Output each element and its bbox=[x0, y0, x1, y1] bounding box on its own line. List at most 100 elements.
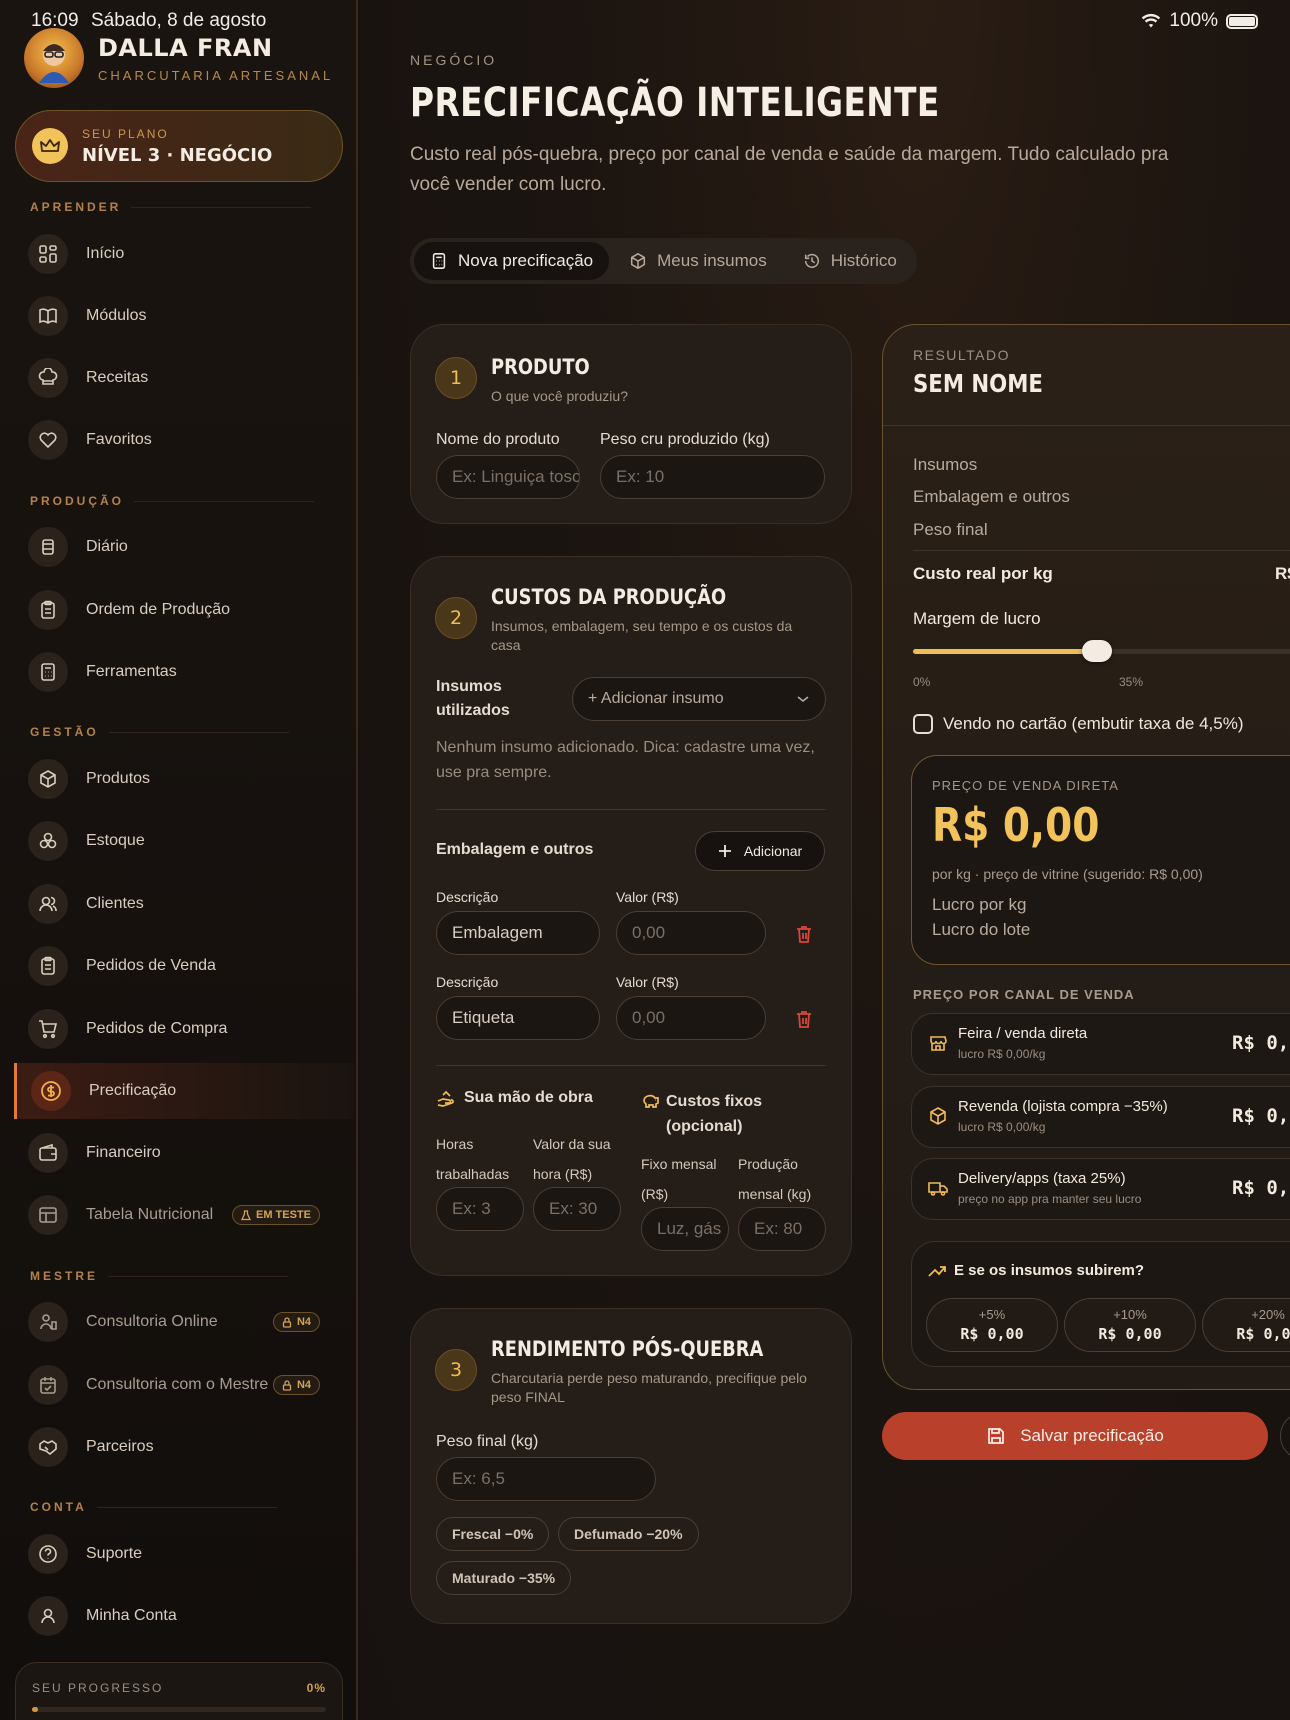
channel-price: R$ 0,00 bbox=[1232, 1177, 1290, 1199]
final-weight-input[interactable]: Ex: 6,5 bbox=[436, 1457, 656, 1501]
sidebar-item-estoque[interactable]: Estoque bbox=[28, 819, 338, 863]
sidebar-item-diario[interactable]: Diário bbox=[28, 525, 338, 569]
insumos-label: Insumos utilizados bbox=[436, 678, 510, 719]
add-packaging-button[interactable]: Adicionar bbox=[695, 831, 825, 871]
sidebar-item-label: Produtos bbox=[86, 770, 151, 787]
margin-slider[interactable] bbox=[913, 640, 1290, 662]
user-icon bbox=[28, 1596, 68, 1636]
packaging-desc-input[interactable]: Embalagem bbox=[436, 911, 600, 955]
chevron-down-icon bbox=[797, 696, 809, 703]
card-title: PRODUTO bbox=[491, 355, 590, 379]
tab-meus-insumos[interactable]: Meus insumos bbox=[613, 242, 783, 280]
raw-weight-input[interactable]: Ex: 10 bbox=[600, 455, 825, 499]
scenario-20: +20% R$ 0,00 bbox=[1202, 1298, 1290, 1352]
cart-icon bbox=[28, 1009, 68, 1049]
direct-price-value: R$ 0,00 bbox=[932, 798, 1100, 852]
trash-icon[interactable] bbox=[793, 1008, 815, 1030]
tab-nova-precificacao[interactable]: Nova precificação bbox=[414, 242, 610, 280]
sidebar-item-produtos[interactable]: Produtos bbox=[28, 757, 338, 801]
scenario-pct: +20% bbox=[1251, 1307, 1285, 1322]
sidebar-item-receitas[interactable]: Receitas bbox=[28, 356, 338, 400]
sidebar-item-ordem[interactable]: Ordem de Produção bbox=[28, 588, 338, 632]
sidebar-item-clientes[interactable]: Clientes bbox=[28, 882, 338, 926]
chip-frescal[interactable]: Frescal −0% bbox=[436, 1517, 550, 1551]
final-weight-label: Peso final (kg) bbox=[436, 1433, 539, 1450]
sidebar-item-ferramentas[interactable]: Ferramentas bbox=[28, 650, 338, 694]
monthly-production-label: Produção mensal (kg) bbox=[738, 1156, 812, 1202]
status-date: Sábado, 8 de agosto bbox=[91, 10, 267, 31]
sidebar-item-label: Clientes bbox=[86, 895, 144, 912]
section-producao: PRODUÇÃO bbox=[30, 494, 315, 508]
divider bbox=[913, 550, 1290, 551]
plan-name: NÍVEL 3 · NEGÓCIO bbox=[82, 144, 273, 166]
save-button[interactable]: Salvar precificação bbox=[882, 1412, 1268, 1460]
step-number: 2 bbox=[435, 597, 477, 639]
scenario-pct: +10% bbox=[1113, 1307, 1147, 1322]
cost-per-kg-value: R$ bbox=[1275, 564, 1290, 583]
packaging-title: Embalagem e outros bbox=[436, 841, 594, 858]
sidebar-item-label: Início bbox=[86, 245, 125, 262]
sidebar-item-label: Consultoria Online bbox=[86, 1313, 218, 1330]
sidebar-item-label: Favoritos bbox=[86, 431, 152, 448]
secondary-action-button[interactable] bbox=[1280, 1412, 1290, 1460]
tab-historico[interactable]: Histórico bbox=[787, 242, 913, 280]
handshake-icon bbox=[28, 1427, 68, 1467]
status-bar: 16:09 Sábado, 8 de agosto 100% bbox=[0, 0, 1290, 40]
chip-defumado[interactable]: Defumado −20% bbox=[558, 1517, 699, 1551]
packaging-value-input[interactable]: 0,00 bbox=[616, 911, 766, 955]
calculator-icon bbox=[432, 253, 446, 269]
margin-tick-min: 0% bbox=[913, 675, 931, 689]
calendar-check-icon bbox=[28, 1365, 68, 1405]
sidebar-item-pedidos-venda[interactable]: Pedidos de Venda bbox=[28, 944, 338, 988]
save-icon bbox=[988, 1428, 1005, 1444]
sidebar-item-suporte[interactable]: Suporte bbox=[28, 1532, 338, 1576]
sidebar-item-label: Ordem de Produção bbox=[86, 601, 231, 618]
hours-input[interactable]: Ex: 3 bbox=[436, 1187, 524, 1231]
card-fee-checkbox[interactable] bbox=[913, 714, 933, 734]
hour-value-input[interactable]: Ex: 30 bbox=[533, 1187, 621, 1231]
scenario-5: +5% R$ 0,00 bbox=[926, 1298, 1058, 1352]
label-value-input[interactable]: 0,00 bbox=[616, 996, 766, 1040]
main-content: NEGÓCIO PRECIFICAÇÃO INTELIGENTE Custo r… bbox=[360, 0, 1290, 1720]
result-panel: RESULTADO SEM NOME Insumos Embalagem e o… bbox=[882, 324, 1290, 1390]
sidebar-item-label: Pedidos de Venda bbox=[86, 957, 216, 974]
what-if-card: E se os insumos subirem? +5% R$ 0,00 +10… bbox=[911, 1241, 1290, 1367]
label-desc-input[interactable]: Etiqueta bbox=[436, 996, 600, 1040]
product-name-input[interactable]: Ex: Linguiça toscana bbox=[436, 455, 580, 499]
monthly-production-input[interactable]: Ex: 80 bbox=[738, 1207, 826, 1251]
lock-icon bbox=[282, 1379, 292, 1391]
boxes-icon bbox=[28, 821, 68, 861]
sidebar-item-favoritos[interactable]: Favoritos bbox=[28, 418, 338, 462]
fixed-monthly-input[interactable]: Luz, gás bbox=[641, 1207, 729, 1251]
sidebar-item-modulos[interactable]: Módulos bbox=[28, 294, 338, 338]
sidebar-item-label: Minha Conta bbox=[86, 1607, 177, 1624]
truck-icon bbox=[928, 1182, 948, 1196]
margin-slider-handle[interactable] bbox=[1081, 640, 1112, 662]
jar-icon bbox=[28, 527, 68, 567]
desc-label: Descrição bbox=[436, 889, 499, 905]
step-number: 3 bbox=[435, 1349, 477, 1391]
add-insumo-select[interactable]: + Adicionar insumo bbox=[572, 677, 826, 721]
chip-maturado[interactable]: Maturado −35% bbox=[436, 1561, 572, 1595]
channel-revenda: Revenda (lojista compra −35%) lucro R$ 0… bbox=[911, 1086, 1290, 1148]
plus-icon bbox=[718, 845, 731, 857]
sidebar-item-label: Precificação bbox=[89, 1082, 177, 1099]
sidebar-item-minha-conta[interactable]: Minha Conta bbox=[28, 1594, 338, 1638]
trash-icon[interactable] bbox=[793, 923, 815, 945]
sidebar-item-inicio[interactable]: Início bbox=[28, 232, 338, 276]
sidebar-item-pedidos-compra[interactable]: Pedidos de Compra bbox=[28, 1007, 338, 1051]
card-subtitle: O que você produziu? bbox=[491, 388, 628, 404]
users-icon bbox=[28, 884, 68, 924]
sidebar-item-parceiros[interactable]: Parceiros bbox=[28, 1425, 338, 1469]
step-number: 1 bbox=[435, 357, 477, 399]
plan-card[interactable]: SEU PLANO NÍVEL 3 · NEGÓCIO bbox=[15, 110, 343, 182]
sidebar-item-financeiro[interactable]: Financeiro bbox=[28, 1131, 338, 1175]
sidebar-item-label: Pedidos de Compra bbox=[86, 1020, 228, 1037]
channel-price: R$ 0,00 bbox=[1232, 1105, 1290, 1127]
sidebar-item-precificacao[interactable]: Precificação bbox=[14, 1063, 354, 1119]
chef-avatar-icon bbox=[39, 44, 69, 83]
table-icon bbox=[28, 1195, 68, 1235]
plan-kicker: SEU PLANO bbox=[82, 126, 169, 141]
page-kicker: NEGÓCIO bbox=[410, 52, 498, 68]
channel-name: Revenda (lojista compra −35%) bbox=[958, 1098, 1168, 1115]
